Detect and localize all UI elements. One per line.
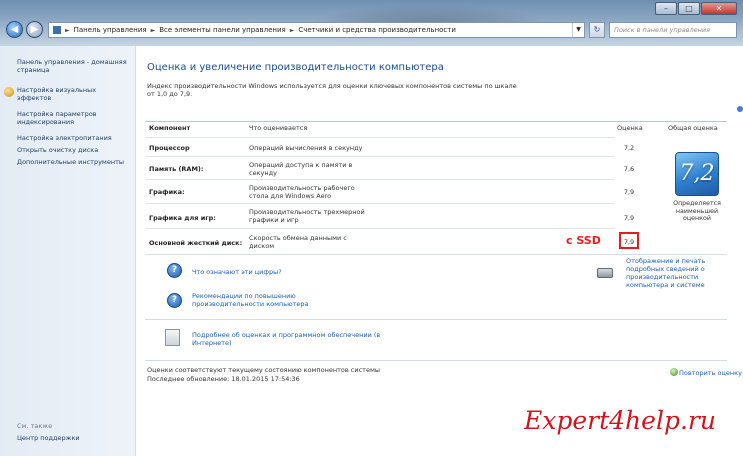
table-row-divider <box>145 137 615 138</box>
page-title: Оценка и увеличение производительности к… <box>147 62 444 73</box>
close-button[interactable]: ✕ <box>701 2 737 15</box>
column-header-component: Компонент <box>149 124 191 132</box>
column-header-score: Оценка <box>617 124 643 132</box>
row-description: Производительность трехмерной графики и … <box>249 208 365 224</box>
help-icon: ? <box>167 293 182 308</box>
rerun-assessment-icon <box>670 368 678 376</box>
print-details-link[interactable]: Отображение и печать подробных сведений … <box>626 257 739 289</box>
row-component: Основной жесткий диск: <box>149 239 243 247</box>
table-row-divider <box>145 228 615 229</box>
sidebar: Панель управления - домашняя страница На… <box>0 46 136 456</box>
back-arrow-icon[interactable]: ◀ <box>6 21 23 38</box>
row-component: Графика: <box>149 188 185 196</box>
row-component: Процессор <box>149 144 190 152</box>
row-score: 7,9 <box>623 214 635 222</box>
row-score: 7,6 <box>623 165 635 173</box>
breadcrumb-item[interactable]: Счетчики и средства производительности <box>298 26 456 34</box>
scroll-indicator[interactable] <box>737 106 743 112</box>
printer-icon <box>597 268 613 278</box>
last-update-text: Последнее обновление: 18.01.2015 17:54:3… <box>147 375 300 383</box>
sidebar-item-action-center[interactable]: Центр поддержки <box>17 434 80 442</box>
base-score-badge: 7,2 <box>675 152 719 196</box>
window-controls: – □ ✕ <box>655 2 737 15</box>
row-description: Операций доступа к памяти в секунду <box>249 161 353 177</box>
shield-icon <box>4 87 14 97</box>
search-input[interactable]: Поиск в панели управления <box>609 22 737 38</box>
control-panel-icon <box>53 26 61 34</box>
row-component: Графика для игр: <box>149 214 216 222</box>
row-description: Скорость обмена данными с диском <box>249 234 347 250</box>
row-description: Операций вычисления в секунду <box>249 144 363 152</box>
ssd-annotation: c SSD <box>566 234 601 247</box>
intro-text: Индекс производительности Windows исполь… <box>147 82 517 98</box>
more-info-online-link[interactable]: Подробнее об оценках и программном обесп… <box>192 331 382 347</box>
rerun-assessment-link[interactable]: Повторить оценку <box>679 369 742 377</box>
address-bar[interactable]: ► Панель управления ► Все элементы панел… <box>48 22 585 38</box>
chevron-right-icon: ► <box>65 26 70 34</box>
sidebar-item-visual-effects[interactable]: Настройка визуальных эффектов <box>17 86 129 102</box>
section-divider <box>145 360 727 361</box>
performance-tips-link[interactable]: Рекомендации по повышению производительн… <box>192 292 362 308</box>
column-header-what: Что оценивается <box>249 124 308 132</box>
ssd-highlight-box <box>619 232 639 249</box>
chevron-right-icon: ► <box>150 26 156 34</box>
see-also-heading: См. также <box>17 422 53 430</box>
row-description: Производительность рабочего стола для Wi… <box>249 184 355 200</box>
table-divider <box>145 121 727 122</box>
section-divider <box>145 254 727 255</box>
breadcrumb-item[interactable]: Панель управления <box>74 26 147 34</box>
sidebar-item-indexing[interactable]: Настройка параметров индексирования <box>17 110 129 126</box>
section-divider <box>145 319 727 320</box>
table-row-divider <box>145 203 615 204</box>
window-titlebar: – □ ✕ ◀ ▶ ► Панель управления ► Все элем… <box>0 0 743 46</box>
table-row-divider <box>145 179 615 180</box>
sidebar-item-advanced-tools[interactable]: Дополнительные инструменты <box>17 158 129 166</box>
document-icon <box>165 329 180 346</box>
row-score: 7,2 <box>623 144 635 152</box>
breadcrumb-item[interactable]: Все элементы панели управления <box>159 26 286 34</box>
base-score-caption: Определяется наименьшей оценкой <box>673 200 721 222</box>
chevron-down-icon[interactable]: ▼ <box>572 23 584 37</box>
chevron-right-icon: ► <box>289 26 295 34</box>
minimize-button[interactable]: – <box>655 2 677 15</box>
forward-arrow-icon[interactable]: ▶ <box>26 21 43 38</box>
column-header-overall: Общая оценка <box>668 124 718 132</box>
nav-buttons: ◀ ▶ <box>6 21 43 38</box>
main-content: Оценка и увеличение производительности к… <box>137 46 743 456</box>
row-score: 7,9 <box>623 188 635 196</box>
status-text: Оценки соответствуют текущему состоянию … <box>147 366 380 374</box>
refresh-button[interactable]: ↻ <box>589 22 605 38</box>
table-row-divider <box>145 156 615 157</box>
sidebar-item-power[interactable]: Настройка электропитания <box>17 134 129 142</box>
sidebar-item-home[interactable]: Панель управления - домашняя страница <box>17 58 129 74</box>
help-icon: ? <box>167 263 182 278</box>
watermark: Expert4help.ru <box>524 406 716 435</box>
maximize-button[interactable]: □ <box>678 2 700 15</box>
sidebar-item-disk-cleanup[interactable]: Открыть очистку диска <box>17 146 129 154</box>
what-numbers-mean-link[interactable]: Что означают эти цифры? <box>192 268 372 276</box>
row-component: Память (RAM): <box>149 165 204 173</box>
